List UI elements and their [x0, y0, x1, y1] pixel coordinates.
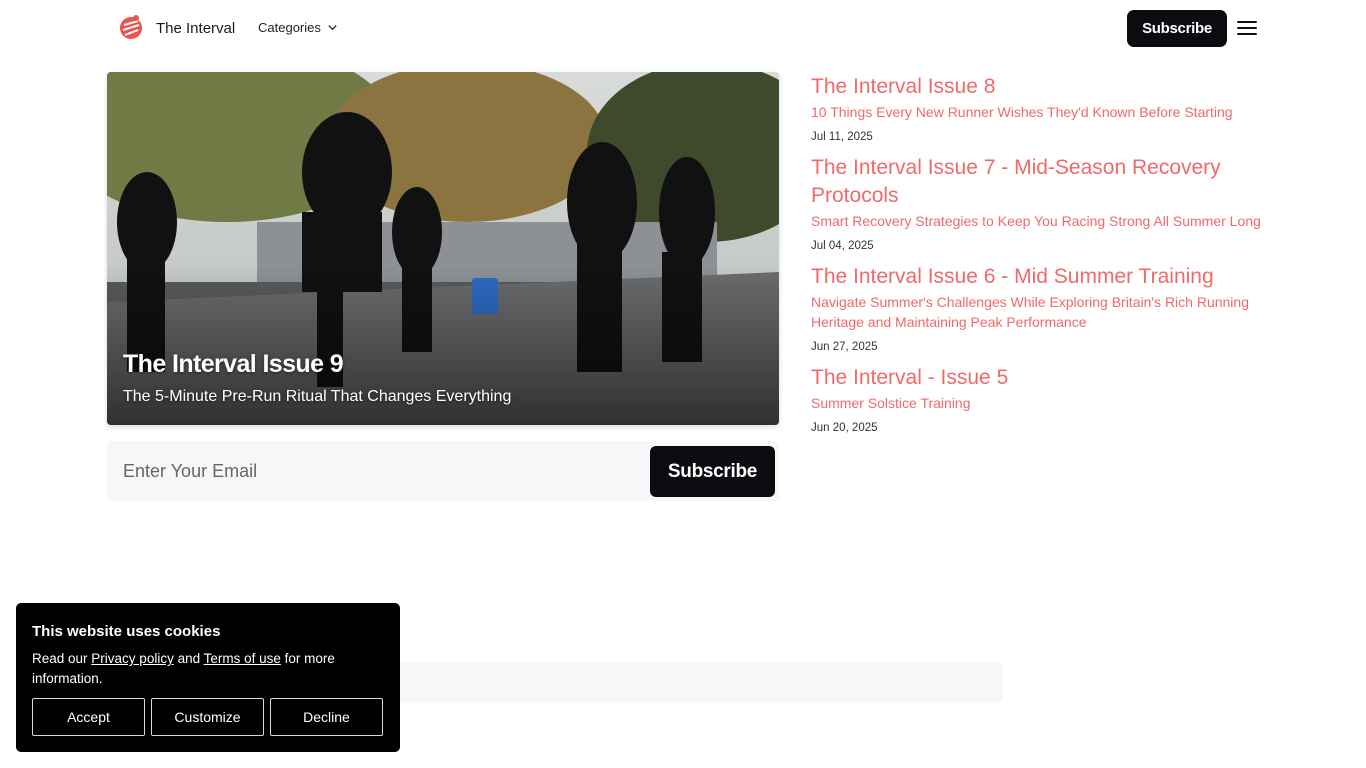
article-title[interactable]: The Interval - Issue 5	[811, 364, 1261, 392]
decline-button[interactable]: Decline	[270, 698, 383, 736]
cookie-text-prefix: Read our	[32, 651, 92, 666]
article-subtitle[interactable]: Summer Solstice Training	[811, 393, 1261, 413]
featured-article-card[interactable]: The Interval Issue 9 The 5-Minute Pre-Ru…	[107, 72, 779, 425]
list-item[interactable]: The Interval - Issue 5 Summer Solstice T…	[811, 364, 1261, 435]
hero-title[interactable]: The Interval Issue 9	[123, 350, 344, 379]
hamburger-icon[interactable]	[1237, 18, 1257, 38]
categories-dropdown[interactable]: Categories	[258, 20, 338, 35]
cookie-title: This website uses cookies	[32, 623, 221, 640]
header-subscribe-button[interactable]: Subscribe	[1127, 10, 1227, 47]
customize-button[interactable]: Customize	[151, 698, 264, 736]
cookie-text-and: and	[173, 651, 204, 666]
chevron-down-icon	[328, 25, 337, 31]
cookie-text: Read our Privacy policy and Terms of use…	[32, 649, 384, 689]
cookie-actions: Accept Customize Decline	[32, 698, 383, 736]
list-item[interactable]: The Interval Issue 7 - Mid-Season Recove…	[811, 154, 1261, 253]
terms-of-use-link[interactable]: Terms of use	[204, 651, 281, 666]
list-item[interactable]: The Interval Issue 8 10 Things Every New…	[811, 73, 1261, 144]
brand-name[interactable]: The Interval	[156, 20, 235, 37]
article-subtitle[interactable]: 10 Things Every New Runner Wishes They'd…	[811, 102, 1261, 122]
content-placeholder-bar	[380, 662, 1003, 703]
article-title[interactable]: The Interval Issue 6 - Mid Summer Traini…	[811, 263, 1261, 291]
email-field[interactable]	[107, 441, 637, 501]
subscribe-button[interactable]: Subscribe	[650, 446, 775, 497]
article-subtitle[interactable]: Navigate Summer's Challenges While Explo…	[811, 292, 1261, 332]
accept-button[interactable]: Accept	[32, 698, 145, 736]
runner-logo-icon[interactable]	[118, 13, 144, 43]
privacy-policy-link[interactable]: Privacy policy	[91, 651, 174, 666]
site-header: The Interval Categories Subscribe	[0, 0, 1366, 58]
newsletter-form: Subscribe	[107, 441, 779, 501]
article-list: The Interval Issue 8 10 Things Every New…	[811, 73, 1261, 445]
article-date: Jun 27, 2025	[811, 341, 878, 353]
hero-subtitle: The 5-Minute Pre-Run Ritual That Changes…	[123, 388, 512, 405]
cookie-banner: This website uses cookies Read our Priva…	[16, 603, 400, 752]
categories-label: Categories	[258, 20, 321, 35]
article-date: Jun 20, 2025	[811, 422, 878, 434]
article-title[interactable]: The Interval Issue 8	[811, 73, 1261, 101]
article-date: Jul 04, 2025	[811, 240, 874, 252]
article-subtitle[interactable]: Smart Recovery Strategies to Keep You Ra…	[811, 211, 1261, 231]
article-title[interactable]: The Interval Issue 7 - Mid-Season Recove…	[811, 154, 1261, 210]
list-item[interactable]: The Interval Issue 6 - Mid Summer Traini…	[811, 263, 1261, 354]
article-date: Jul 11, 2025	[811, 131, 873, 143]
